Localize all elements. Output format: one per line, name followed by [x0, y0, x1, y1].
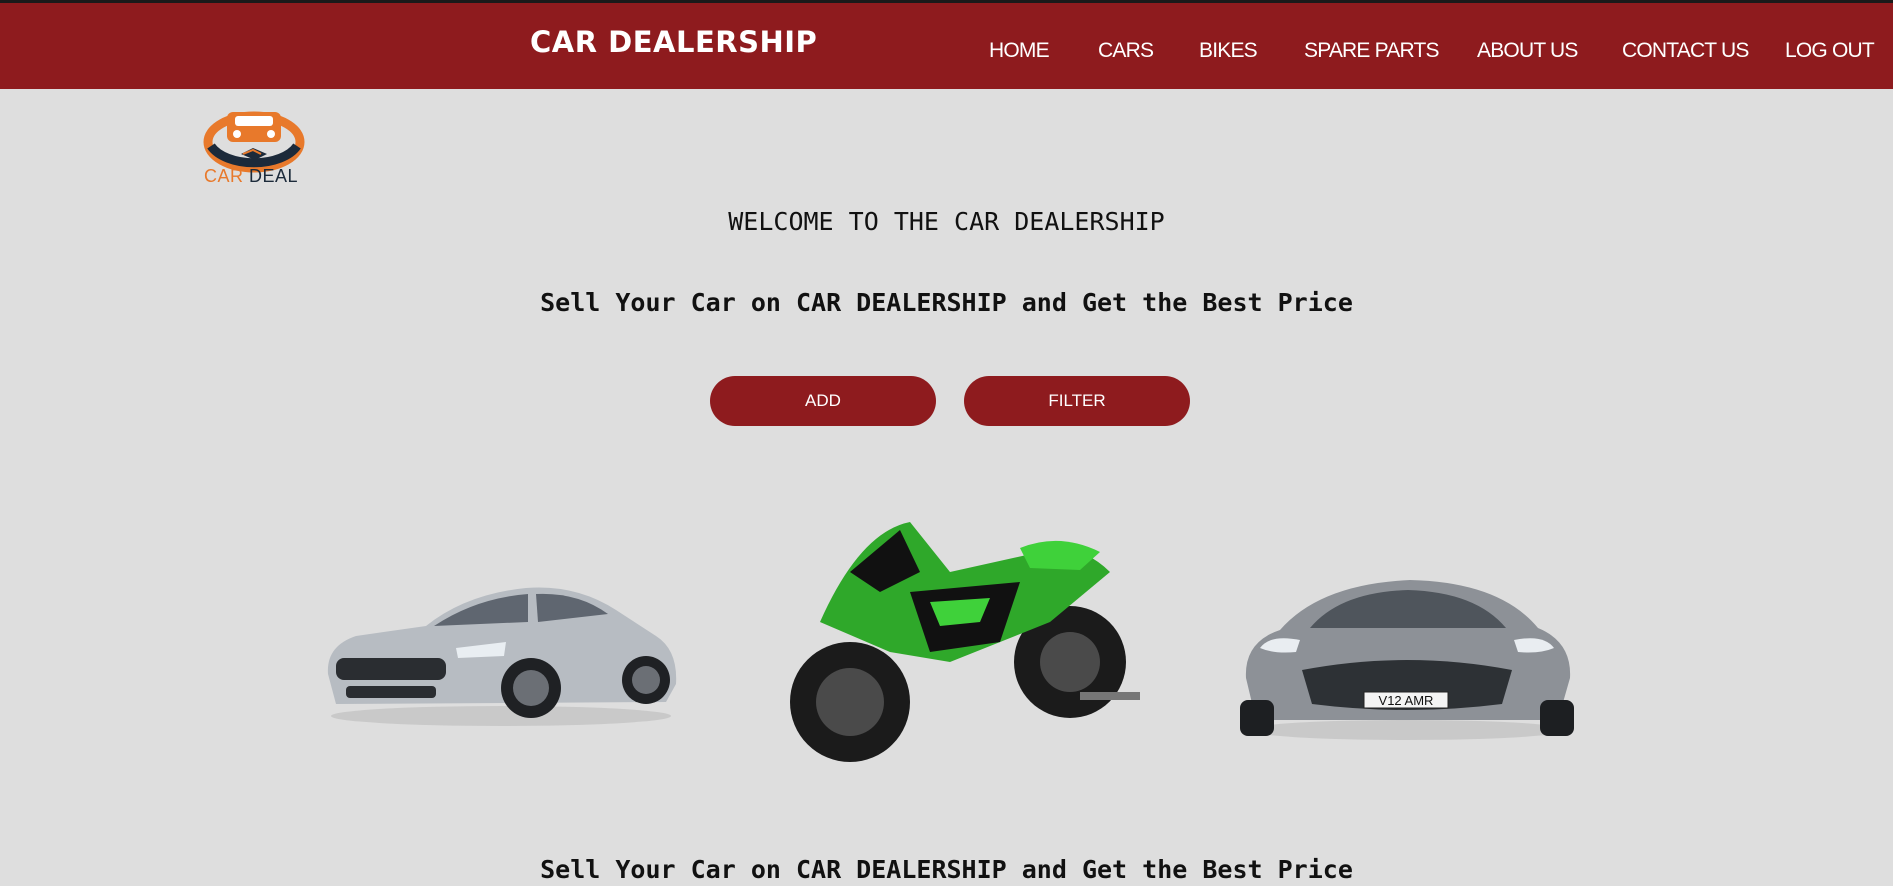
- nav-cars[interactable]: CARS: [1098, 39, 1154, 63]
- sports-car-image[interactable]: V12 AMR: [1240, 570, 1574, 744]
- site-brand[interactable]: CAR DEALERSHIP: [530, 25, 817, 59]
- top-navbar: CAR DEALERSHIP HOME CARS BIKES SPARE PAR…: [0, 0, 1893, 89]
- license-plate: V12 AMR: [1379, 693, 1434, 708]
- sedan-car-image[interactable]: [316, 566, 686, 730]
- nav-contact-us[interactable]: CONTACT US: [1622, 39, 1749, 63]
- bottom-tagline-heading: Sell Your Car on CAR DEALERSHIP and Get …: [540, 855, 1353, 884]
- nav-about-us[interactable]: ABOUT US: [1477, 39, 1578, 63]
- welcome-heading: WELCOME TO THE CAR DEALERSHIP: [728, 207, 1165, 236]
- motorcycle-image[interactable]: [780, 512, 1146, 774]
- nav-bikes[interactable]: BIKES: [1199, 39, 1258, 63]
- logo-text: CAR DEAL: [204, 166, 299, 186]
- nav-spare-parts[interactable]: SPARE PARTS: [1304, 39, 1440, 63]
- nav-home[interactable]: HOME: [989, 39, 1050, 63]
- nav-log-out[interactable]: LOG OUT: [1785, 39, 1875, 63]
- filter-button[interactable]: FILTER: [964, 376, 1190, 426]
- tagline-heading: Sell Your Car on CAR DEALERSHIP and Get …: [540, 288, 1353, 317]
- add-button[interactable]: ADD: [710, 376, 936, 426]
